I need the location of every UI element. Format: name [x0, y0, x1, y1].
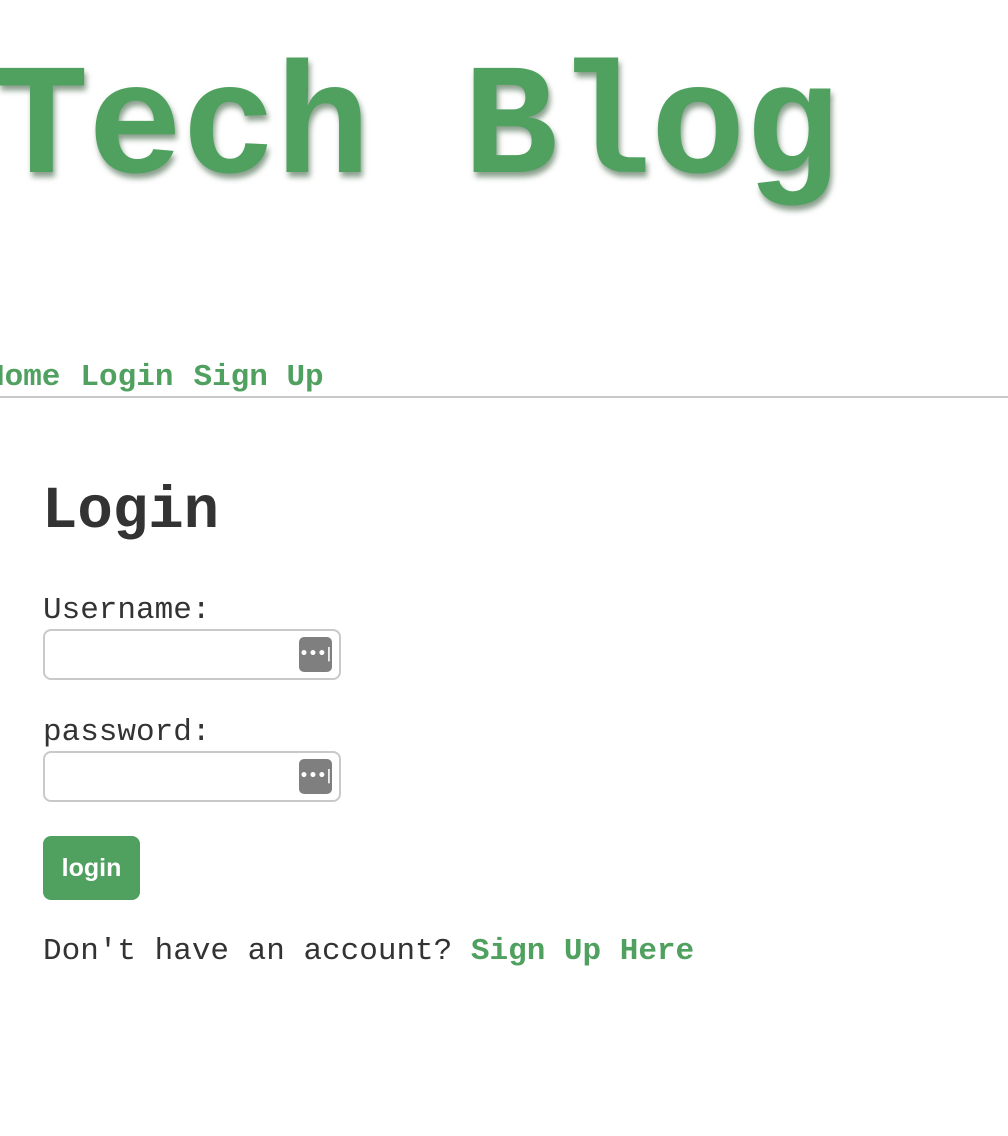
password-field-wrapper: •••|	[43, 751, 341, 802]
password-manager-key-icon[interactable]: •••|	[299, 759, 332, 794]
page-title: Login	[42, 478, 220, 545]
nav-divider	[0, 396, 1008, 398]
password-input[interactable]	[45, 753, 339, 800]
signup-prompt: Don't have an account? Sign Up Here	[43, 934, 694, 970]
nav-link-sign-up[interactable]: Sign Up	[193, 360, 323, 396]
username-field-wrapper: •••|	[43, 629, 341, 680]
main-nav: Home Login Sign Up	[0, 360, 324, 396]
username-input[interactable]	[45, 631, 339, 678]
signup-prompt-text: Don't have an account?	[43, 934, 453, 969]
password-label: password:	[43, 715, 211, 750]
nav-link-home[interactable]: Home	[0, 360, 60, 396]
nav-link-login[interactable]: Login	[80, 360, 173, 396]
username-label: Username:	[43, 593, 211, 628]
sign-up-here-link[interactable]: Sign Up Here	[471, 934, 694, 969]
password-manager-key-icon[interactable]: •••|	[299, 637, 332, 672]
login-button[interactable]: login	[43, 836, 140, 900]
site-title: Tech Blog	[0, 41, 839, 220]
